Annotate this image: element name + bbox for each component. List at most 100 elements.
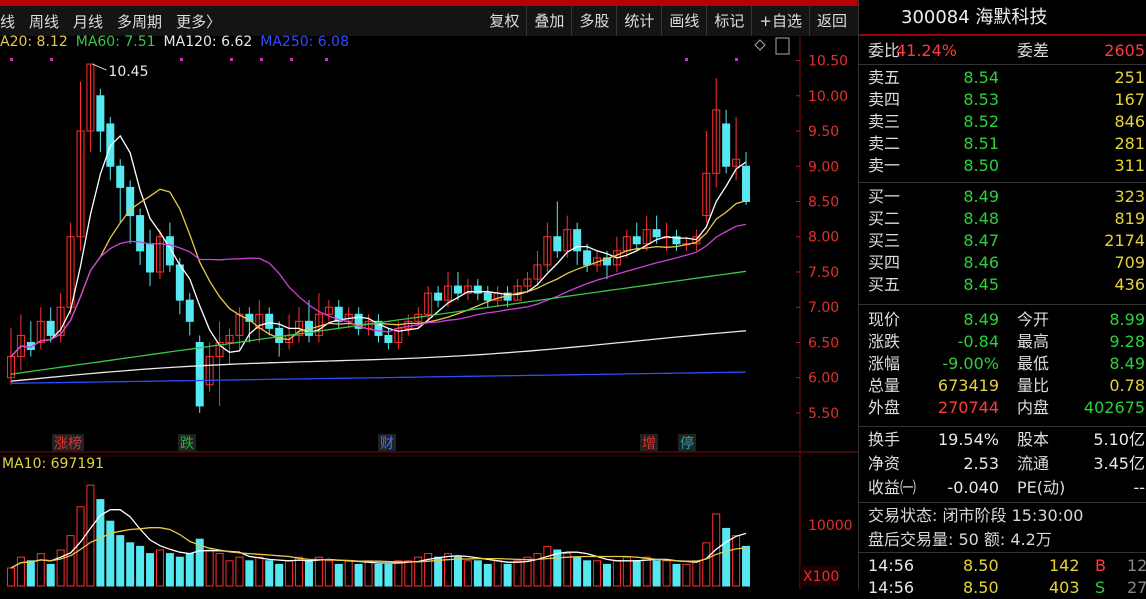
row-value-2: 3.45亿 <box>1093 454 1145 473</box>
row-value-2: 436 <box>1114 275 1145 294</box>
volume-bar <box>334 563 343 587</box>
row-label-2: 最高 <box>1017 332 1050 351</box>
row-value: 8.53 <box>963 90 999 109</box>
candle-body <box>195 341 204 407</box>
row-value: 8.47 <box>963 231 999 250</box>
kline-chart[interactable]: 10.50 10.00 9.50 9.00 8.50 8.00 7.50 7.00 6.50 6.… <box>0 0 858 589</box>
volume-bar <box>275 563 284 587</box>
candle-body <box>553 236 562 252</box>
candle-body <box>136 215 145 252</box>
volume-bar <box>354 563 363 587</box>
row-value: -9.00% <box>942 354 999 373</box>
candle-body <box>165 236 174 266</box>
y-tick-label: 9.50 <box>808 124 839 140</box>
candle-body <box>116 165 125 188</box>
row-value: -0.040 <box>947 478 999 497</box>
volume-bar <box>205 549 214 587</box>
volume-bar <box>622 556 631 587</box>
row-label: 卖二 <box>868 134 901 153</box>
top-marker <box>50 58 53 61</box>
row-label: 现价 <box>868 310 901 329</box>
row-value: -0.84 <box>957 332 999 351</box>
volume-bar <box>116 535 125 587</box>
row-value-2: 2605 <box>1104 41 1145 60</box>
volume-bar <box>165 553 174 587</box>
ma60-line <box>10 270 747 375</box>
row-label: 换手 <box>868 430 901 449</box>
candle-body <box>265 313 274 329</box>
row-value: 673419 <box>937 376 999 395</box>
y-tick-label: 7.50 <box>808 265 839 281</box>
row-label: 卖一 <box>868 156 901 175</box>
volume-bar <box>573 556 582 587</box>
ask-row: 卖四 8.53 167 <box>859 89 1146 111</box>
volume-bar <box>304 560 313 587</box>
volume-bar <box>16 556 25 587</box>
row-label-2: 委差 <box>1017 41 1050 60</box>
ma-legend: A20: 8.12 MA60: 7.51 MA120: 6.62 MA250: 6.0… <box>0 34 349 54</box>
row-label-2: 内盘 <box>1017 398 1050 417</box>
top-marker <box>290 58 293 61</box>
fin-row: 净资 2.53 流通 3.45亿 <box>859 453 1146 475</box>
row-value: 41.24% <box>895 41 957 60</box>
row-value-2: 846 <box>1114 112 1145 131</box>
volume-bar <box>384 563 393 587</box>
candle-body <box>126 186 135 217</box>
volume-bar <box>215 553 224 587</box>
volume-bar <box>126 542 135 587</box>
y-tick-label: 10.00 <box>808 89 848 105</box>
volume-legend: MA10: 697191 <box>2 456 104 472</box>
volume-bar <box>324 560 333 587</box>
row-value: 270744 <box>937 398 999 417</box>
row-value-2: 402675 <box>1083 398 1145 417</box>
volume-bar <box>732 535 741 587</box>
after-hours-volume: 盘后交易量: 50 额: 4.2万 <box>868 530 1052 549</box>
ask-row: 卖五 8.54 251 <box>859 67 1146 89</box>
top-marker <box>735 58 738 61</box>
row-label: 买一 <box>868 187 901 206</box>
high-marker: 10.45 <box>108 64 148 80</box>
ma-label-2: MA120: 6.62 <box>163 34 253 50</box>
row-value-2: 8.49 <box>1109 354 1145 373</box>
top-marker <box>230 58 233 61</box>
volume-bar <box>76 506 85 587</box>
volume-bar <box>642 556 651 587</box>
row-value: 8.48 <box>963 209 999 228</box>
candle-body <box>275 327 284 343</box>
divider <box>859 64 1146 65</box>
row-value-2: 8.99 <box>1109 310 1145 329</box>
stat-row: 外盘 270744 内盘 402675 <box>859 397 1146 419</box>
volume-bar <box>6 567 15 587</box>
row-label-2: 股本 <box>1017 430 1050 449</box>
row-label-2: 最低 <box>1017 354 1050 373</box>
event-tag: 停 <box>680 435 694 452</box>
volume-bar <box>344 560 353 587</box>
divider <box>859 552 1146 553</box>
row-value-2: 9.28 <box>1109 332 1145 351</box>
row-value-2: 323 <box>1114 187 1145 206</box>
candle-body <box>384 334 393 343</box>
trade-status: 交易状态: 闭市阶段 15:30:00 <box>868 506 1084 525</box>
ask-row: 卖三 8.52 846 <box>859 111 1146 133</box>
candle-body <box>453 285 462 294</box>
volume-bar <box>612 560 621 587</box>
volume-bar <box>662 560 671 587</box>
row-label: 买三 <box>868 231 901 250</box>
candle-body <box>483 292 492 301</box>
row-value: 8.52 <box>963 112 999 131</box>
y-tick-label: 5.50 <box>808 406 839 422</box>
row-label: 收益㈠ <box>868 478 917 497</box>
row-value: 8.54 <box>963 68 999 87</box>
volume-bar <box>722 527 731 587</box>
volume-bar <box>543 545 552 587</box>
row-label: 总量 <box>868 376 901 395</box>
top-marker <box>260 58 263 61</box>
ma-label-3: MA250: 6.08 <box>260 34 349 50</box>
row-value-2: -- <box>1133 478 1145 497</box>
divider <box>859 426 1146 427</box>
y-tick-label: 8.00 <box>808 230 839 246</box>
volume-bar <box>46 563 55 587</box>
row-label: 涨跌 <box>868 332 901 351</box>
row-value-2: 2174 <box>1104 231 1145 250</box>
candle-body <box>434 292 443 301</box>
